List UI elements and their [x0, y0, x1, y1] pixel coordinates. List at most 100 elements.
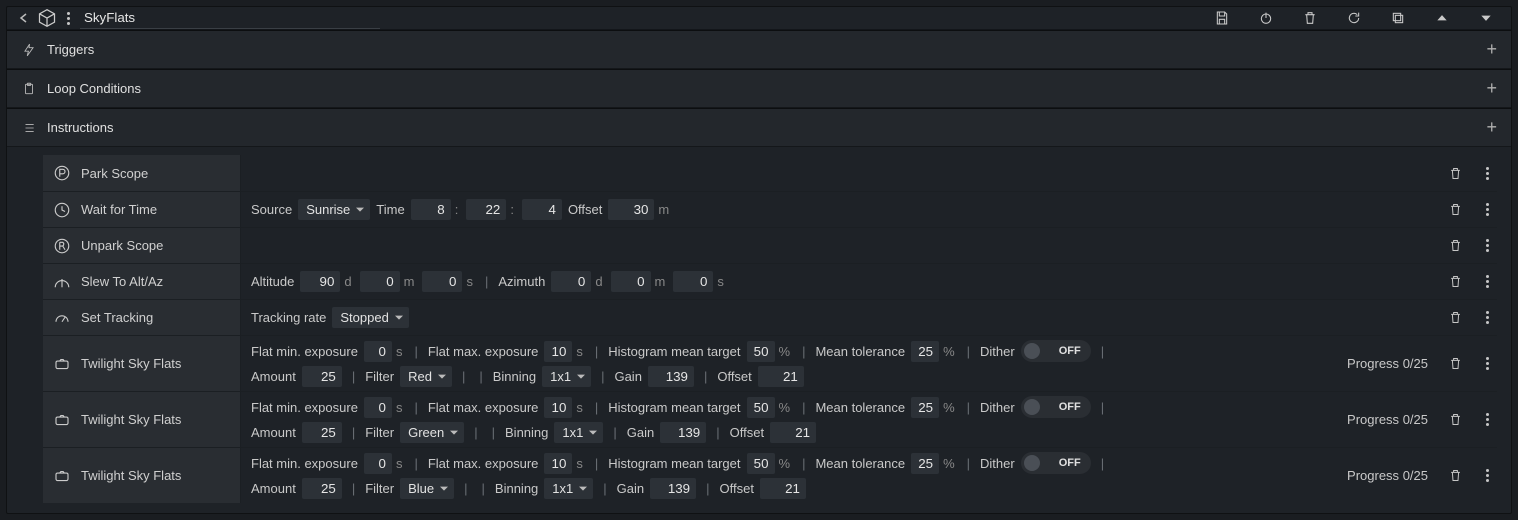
- collapse-chevron-icon[interactable]: [17, 12, 29, 24]
- move-down-icon[interactable]: [1477, 9, 1495, 27]
- trash-icon[interactable]: [1448, 356, 1464, 371]
- alt-sec-input[interactable]: [422, 271, 462, 292]
- row-menu-icon[interactable]: [1484, 355, 1491, 372]
- row-menu-icon[interactable]: [1484, 411, 1491, 428]
- row-title: Park Scope: [81, 166, 148, 181]
- add-trigger-button[interactable]: +: [1486, 39, 1497, 60]
- amount-input[interactable]: [302, 478, 342, 499]
- instruction-row-park: Park Scope: [43, 155, 1497, 191]
- row-menu-icon[interactable]: [1484, 273, 1491, 290]
- dither-label: Dither: [980, 400, 1015, 415]
- time-minutes-input[interactable]: [466, 199, 506, 220]
- flat-min-input[interactable]: [364, 341, 392, 362]
- offset-label: Offset: [720, 481, 754, 496]
- gain-input[interactable]: [650, 478, 696, 499]
- flat-min-input[interactable]: [364, 397, 392, 418]
- instructions-label: Instructions: [47, 120, 113, 135]
- offset-input[interactable]: [760, 478, 806, 499]
- row-header: Unpark Scope: [43, 228, 241, 263]
- trash-icon[interactable]: [1448, 274, 1464, 289]
- move-up-icon[interactable]: [1433, 9, 1451, 27]
- flat-min-label: Flat min. exposure: [251, 400, 358, 415]
- instruction-row-slew: Slew To Alt/Az Altitude d m s | Azimuth …: [43, 263, 1497, 299]
- dither-toggle[interactable]: OFF: [1021, 396, 1091, 418]
- amount-label: Amount: [251, 369, 296, 384]
- flat-max-input[interactable]: [544, 341, 572, 362]
- altitude-label: Altitude: [251, 274, 294, 289]
- mean-tol-input[interactable]: [911, 397, 939, 418]
- progress-text: Progress 0/25: [1347, 412, 1428, 427]
- az-sec-input[interactable]: [673, 271, 713, 292]
- row-menu-icon[interactable]: [1484, 309, 1491, 326]
- time-hours-input[interactable]: [411, 199, 451, 220]
- amount-label: Amount: [251, 481, 296, 496]
- duplicate-icon[interactable]: [1389, 9, 1407, 27]
- trash-icon[interactable]: [1301, 9, 1319, 27]
- row-header: Set Tracking: [43, 300, 241, 335]
- offset-input[interactable]: [608, 199, 654, 220]
- filter-select[interactable]: Red: [400, 366, 452, 387]
- flat-max-label: Flat max. exposure: [428, 456, 539, 471]
- filter-select[interactable]: Blue: [400, 478, 454, 499]
- dither-toggle[interactable]: OFF: [1021, 340, 1091, 362]
- row-title: Set Tracking: [81, 310, 153, 325]
- row-menu-icon[interactable]: [1484, 165, 1491, 182]
- row-header: Wait for Time: [43, 192, 241, 227]
- tracking-rate-select[interactable]: Stopped: [332, 307, 408, 328]
- save-icon[interactable]: [1213, 9, 1231, 27]
- header-toolbar: [1213, 9, 1501, 27]
- az-min-input[interactable]: [611, 271, 651, 292]
- offset-input[interactable]: [770, 422, 816, 443]
- amount-input[interactable]: [302, 366, 342, 387]
- dither-toggle[interactable]: OFF: [1021, 452, 1091, 474]
- triggers-header: Triggers +: [7, 31, 1511, 69]
- hist-mean-input[interactable]: [747, 341, 775, 362]
- row-title: Wait for Time: [81, 202, 157, 217]
- flat-max-input[interactable]: [544, 453, 572, 474]
- trash-icon[interactable]: [1448, 468, 1464, 483]
- filter-label: Filter: [365, 369, 394, 384]
- alt-deg-input[interactable]: [300, 271, 340, 292]
- add-loop-condition-button[interactable]: +: [1486, 78, 1497, 99]
- offset-input[interactable]: [758, 366, 804, 387]
- time-seconds-input[interactable]: [522, 199, 562, 220]
- alt-min-input[interactable]: [360, 271, 400, 292]
- row-menu-icon[interactable]: [1484, 237, 1491, 254]
- source-select[interactable]: Sunrise: [298, 199, 370, 220]
- trash-icon[interactable]: [1448, 202, 1464, 217]
- power-icon[interactable]: [1257, 9, 1275, 27]
- amount-input[interactable]: [302, 422, 342, 443]
- instruction-row-twilight: Twilight Sky Flats Flat min. exposure s …: [43, 447, 1497, 503]
- camera-icon: [53, 411, 71, 429]
- binning-select[interactable]: 1x1: [544, 478, 593, 499]
- row-menu-icon[interactable]: [1484, 467, 1491, 484]
- hist-mean-input[interactable]: [747, 453, 775, 474]
- az-deg-input[interactable]: [551, 271, 591, 292]
- add-instruction-button[interactable]: +: [1486, 117, 1497, 138]
- offset-label: Offset: [568, 202, 602, 217]
- binning-select[interactable]: 1x1: [554, 422, 603, 443]
- instruction-row-tracking: Set Tracking Tracking rate Stopped: [43, 299, 1497, 335]
- flat-max-input[interactable]: [544, 397, 572, 418]
- mean-tol-input[interactable]: [911, 453, 939, 474]
- gain-input[interactable]: [648, 366, 694, 387]
- sequence-title-input[interactable]: [80, 7, 380, 29]
- trash-icon[interactable]: [1448, 238, 1464, 253]
- offset-unit: m: [658, 202, 669, 217]
- flat-min-input[interactable]: [364, 453, 392, 474]
- camera-icon: [53, 355, 71, 373]
- reset-icon[interactable]: [1345, 9, 1363, 27]
- mean-tol-input[interactable]: [911, 341, 939, 362]
- binning-select[interactable]: 1x1: [542, 366, 591, 387]
- trash-icon[interactable]: [1448, 412, 1464, 427]
- gain-input[interactable]: [660, 422, 706, 443]
- binning-label: Binning: [493, 369, 536, 384]
- drag-handle-icon[interactable]: [65, 10, 72, 27]
- instruction-row-wait: Wait for Time Source Sunrise Time : : Of…: [43, 191, 1497, 227]
- trash-icon[interactable]: [1448, 166, 1464, 181]
- filter-select[interactable]: Green: [400, 422, 464, 443]
- hist-mean-input[interactable]: [747, 397, 775, 418]
- trash-icon[interactable]: [1448, 310, 1464, 325]
- row-menu-icon[interactable]: [1484, 201, 1491, 218]
- filter-label: Filter: [365, 481, 394, 496]
